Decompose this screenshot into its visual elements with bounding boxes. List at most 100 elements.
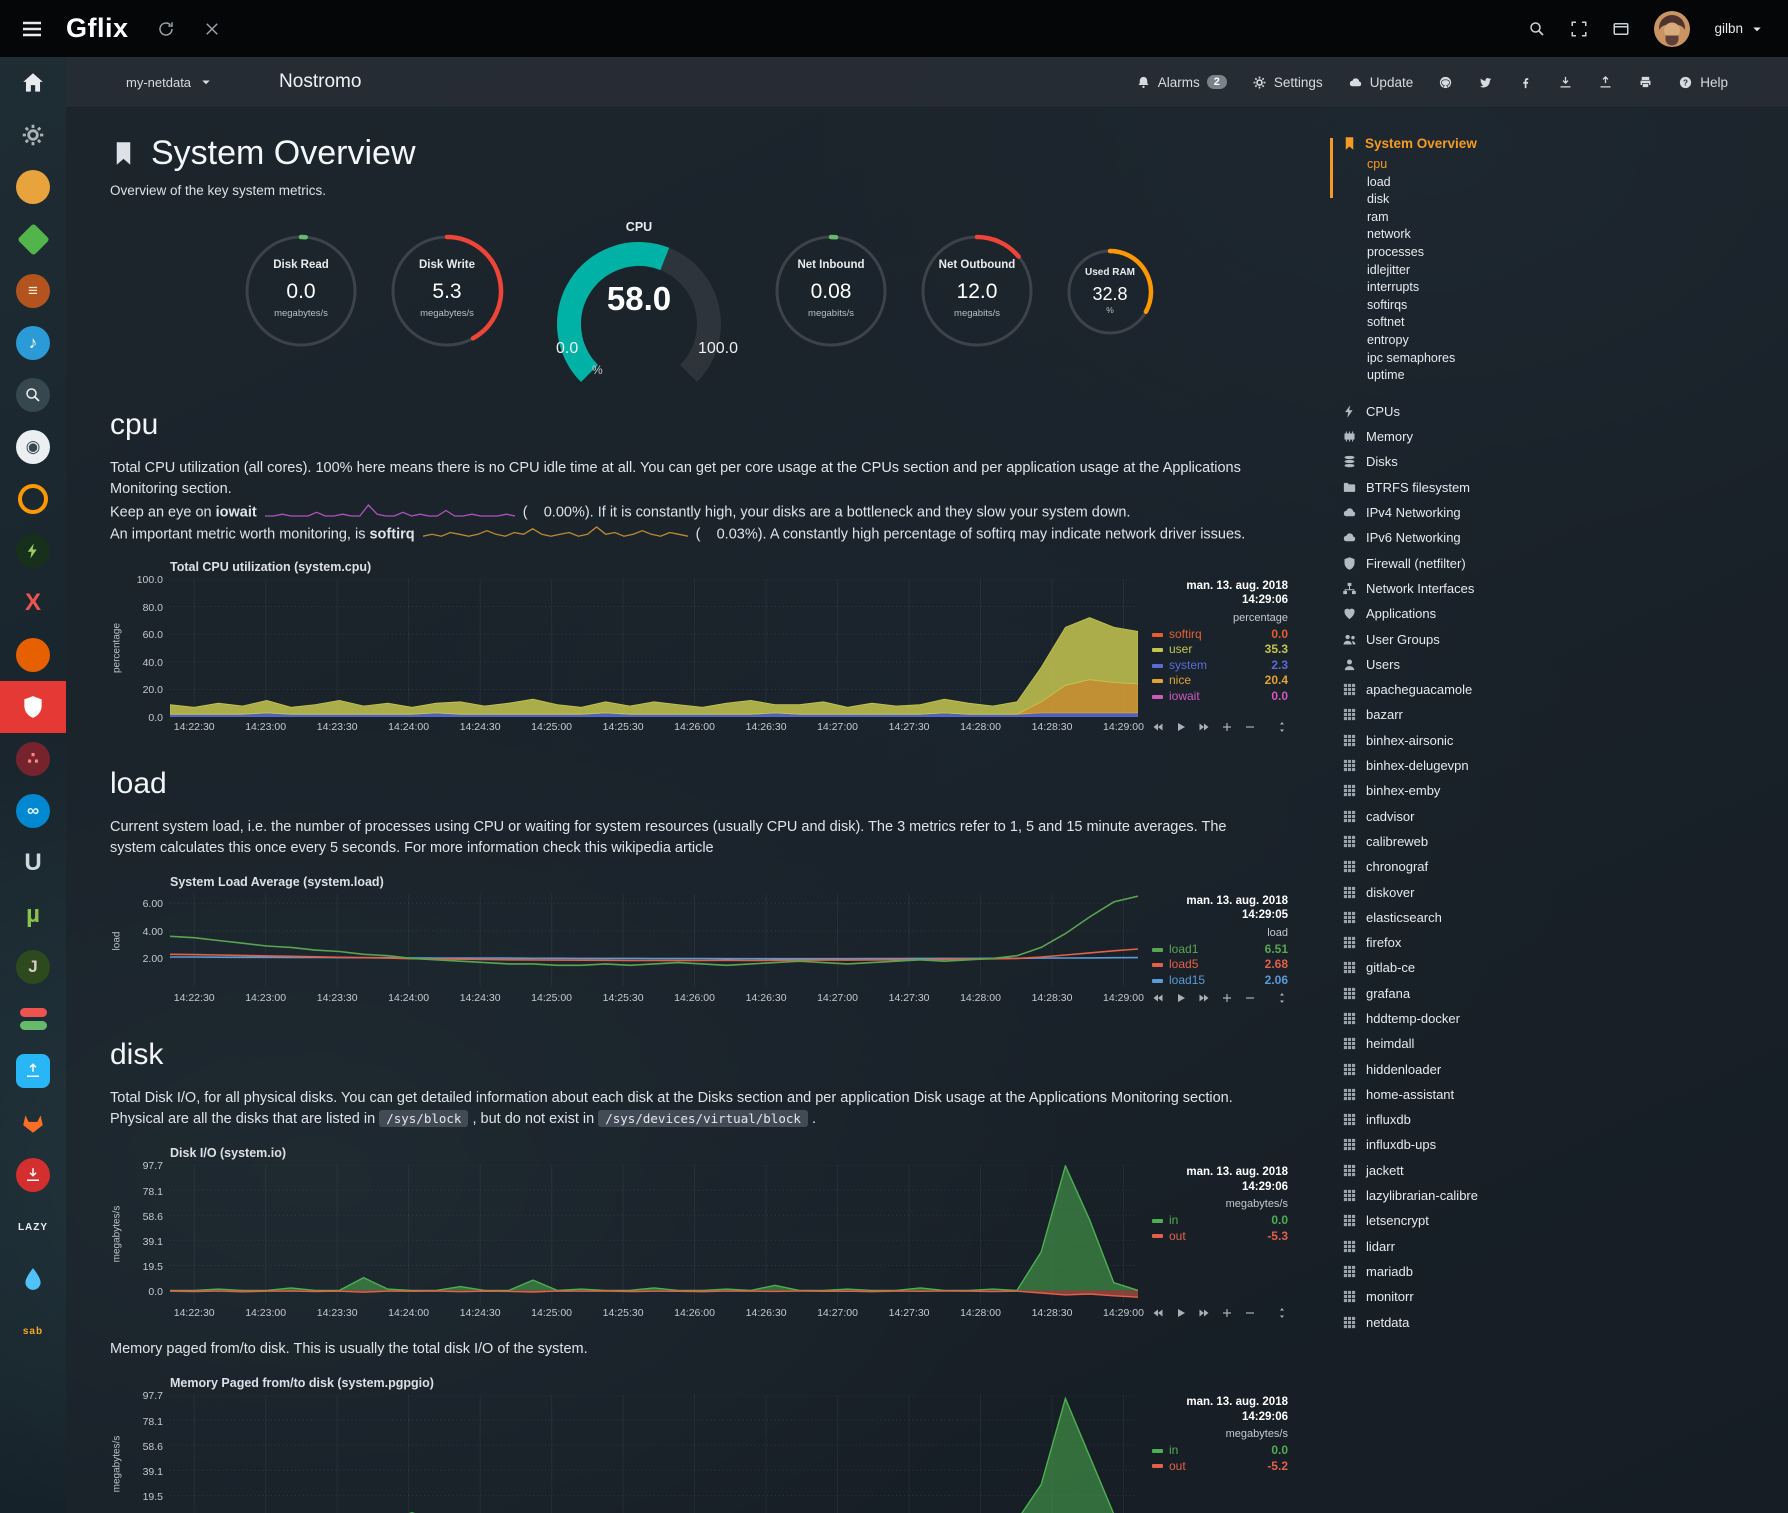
menu-item-disk[interactable]: disk bbox=[1367, 191, 1788, 209]
menu-item-load[interactable]: load bbox=[1367, 174, 1788, 192]
menu-item-softnet[interactable]: softnet bbox=[1367, 314, 1788, 332]
zoom-in-icon[interactable] bbox=[1221, 1307, 1233, 1319]
menu-app-monitorr[interactable]: monitorr bbox=[1342, 1284, 1788, 1309]
gauge-used-ram[interactable]: Used RAM 32.8 % bbox=[1064, 246, 1156, 338]
menu-section-memory[interactable]: Memory bbox=[1342, 424, 1788, 449]
gauge-disk-read[interactable]: Disk Read 0.0 megabytes/s bbox=[242, 232, 360, 350]
chart-plot-area[interactable] bbox=[170, 579, 1138, 717]
menu-app-influxdb[interactable]: influxdb bbox=[1342, 1107, 1788, 1132]
search-icon[interactable] bbox=[1528, 20, 1546, 38]
legend-item-load5[interactable]: load5 2.68 bbox=[1152, 957, 1288, 973]
legend-item-system[interactable]: system 2.3 bbox=[1152, 658, 1288, 674]
menu-section-network-interfaces[interactable]: Network Interfaces bbox=[1342, 576, 1788, 601]
gauge-net-outbound[interactable]: Net Outbound 12.0 megabits/s bbox=[918, 232, 1036, 350]
sidebar-tab-xteve[interactable]: X bbox=[0, 577, 66, 629]
legend-item-load1[interactable]: load1 6.51 bbox=[1152, 942, 1288, 958]
menu-app-cadvisor[interactable]: cadvisor bbox=[1342, 803, 1788, 828]
sidebar-tab-pills-app[interactable] bbox=[0, 993, 66, 1045]
nav-twitter[interactable] bbox=[1478, 75, 1493, 90]
menu-app-hddtemp-docker[interactable]: hddtemp-docker bbox=[1342, 1006, 1788, 1031]
legend-item-out[interactable]: out -5.2 bbox=[1152, 1459, 1288, 1475]
legend-item-user[interactable]: user 35.3 bbox=[1152, 642, 1288, 658]
sidebar-tab-settings[interactable] bbox=[0, 109, 66, 161]
menu-section-user-groups[interactable]: User Groups bbox=[1342, 626, 1788, 651]
legend-item-iowait[interactable]: iowait 0.0 bbox=[1152, 689, 1288, 705]
menu-app-chronograf[interactable]: chronograf bbox=[1342, 854, 1788, 879]
nav-update[interactable]: Update bbox=[1348, 75, 1414, 90]
menu-section-disks[interactable]: Disks bbox=[1342, 449, 1788, 474]
sidebar-tab-unraid-app[interactable]: U bbox=[0, 837, 66, 889]
sidebar-tab-jackett[interactable]: J bbox=[0, 941, 66, 993]
legend-item-out[interactable]: out -5.3 bbox=[1152, 1229, 1288, 1245]
menu-app-netdata[interactable]: netdata bbox=[1342, 1309, 1788, 1334]
play-icon[interactable] bbox=[1175, 721, 1187, 733]
sidebar-tab-home[interactable] bbox=[0, 57, 66, 109]
chart-plot-area[interactable] bbox=[170, 1395, 1138, 1513]
sidebar-tab-shield-app[interactable] bbox=[0, 681, 66, 733]
sidebar-tab-utorrent[interactable]: µ bbox=[0, 889, 66, 941]
pan-right-icon[interactable] bbox=[1198, 1307, 1210, 1319]
menu-app-lidarr[interactable]: lidarr bbox=[1342, 1234, 1788, 1259]
nav-facebook[interactable] bbox=[1518, 75, 1533, 90]
menu-system-overview[interactable]: System Overview bbox=[1342, 136, 1788, 151]
menu-section-btrfs-filesystem[interactable]: BTRFS filesystem bbox=[1342, 475, 1788, 500]
menu-app-calibreweb[interactable]: calibreweb bbox=[1342, 829, 1788, 854]
menu-section-cpus[interactable]: CPUs bbox=[1342, 399, 1788, 424]
menu-app-apacheguacamole[interactable]: apacheguacamole bbox=[1342, 677, 1788, 702]
sidebar-tab-bolt-app[interactable] bbox=[0, 525, 66, 577]
legend-item-load15[interactable]: load15 2.06 bbox=[1152, 973, 1288, 989]
menu-item-softirqs[interactable]: softirqs bbox=[1367, 297, 1788, 315]
sidebar-tab-influxdb-app[interactable] bbox=[0, 1253, 66, 1305]
gauge-disk-write[interactable]: Disk Write 5.3 megabytes/s bbox=[388, 232, 506, 350]
legend-item-nice[interactable]: nice 20.4 bbox=[1152, 673, 1288, 689]
nav-upload[interactable] bbox=[1598, 75, 1613, 90]
menu-section-applications[interactable]: Applications bbox=[1342, 601, 1788, 626]
menu-app-heimdall[interactable]: heimdall bbox=[1342, 1031, 1788, 1056]
sidebar-tab-lazylibrarian[interactable]: LAZY bbox=[0, 1201, 66, 1253]
sidebar-tab-deluge[interactable]: ∞ bbox=[0, 785, 66, 837]
sidebar-tab-search-app[interactable] bbox=[0, 369, 66, 421]
menu-item-processes[interactable]: processes bbox=[1367, 244, 1788, 262]
legend-item-in[interactable]: in 0.0 bbox=[1152, 1443, 1288, 1459]
menu-app-lazylibrarian-calibre[interactable]: lazylibrarian-calibre bbox=[1342, 1183, 1788, 1208]
close-icon[interactable] bbox=[203, 20, 221, 38]
menu-item-uptime[interactable]: uptime bbox=[1367, 367, 1788, 385]
menu-app-home-assistant[interactable]: home-assistant bbox=[1342, 1082, 1788, 1107]
menu-section-ipv6-networking[interactable]: IPv6 Networking bbox=[1342, 525, 1788, 550]
menu-app-grafana[interactable]: grafana bbox=[1342, 981, 1788, 1006]
user-menu[interactable]: gilbn bbox=[1714, 20, 1766, 38]
nav-alarms[interactable]: Alarms 2 bbox=[1136, 75, 1227, 90]
fullscreen-icon[interactable] bbox=[1570, 20, 1588, 38]
sidebar-tab-filebrowser[interactable] bbox=[0, 1045, 66, 1097]
menu-section-firewall-netfilter[interactable]: Firewall (netfilter) bbox=[1342, 551, 1788, 576]
sidebar-tab-gitlab[interactable] bbox=[0, 1097, 66, 1149]
menu-app-binhex-emby[interactable]: binhex-emby bbox=[1342, 778, 1788, 803]
pan-right-icon[interactable] bbox=[1198, 721, 1210, 733]
sidebar-tab-downloader[interactable] bbox=[0, 1149, 66, 1201]
windows-icon[interactable] bbox=[1612, 20, 1630, 38]
resize-handle-icon[interactable] bbox=[1276, 992, 1288, 1004]
gauge-cpu[interactable]: CPU 58.0 0.0 100.0 % bbox=[534, 220, 744, 386]
menu-app-jackett[interactable]: jackett bbox=[1342, 1158, 1788, 1183]
avatar[interactable] bbox=[1654, 11, 1690, 47]
nav-print[interactable] bbox=[1638, 75, 1653, 90]
chart-plot-area[interactable] bbox=[170, 1165, 1138, 1303]
zoom-out-icon[interactable] bbox=[1244, 992, 1256, 1004]
nav-download[interactable] bbox=[1558, 75, 1573, 90]
sidebar-tab-ring-app[interactable] bbox=[0, 473, 66, 525]
sidebar-tab-airsonic[interactable]: ♪ bbox=[0, 317, 66, 369]
sidebar-tab-tautulli[interactable] bbox=[0, 161, 66, 213]
zoom-in-icon[interactable] bbox=[1221, 721, 1233, 733]
menu-item-ram[interactable]: ram bbox=[1367, 209, 1788, 227]
menu-item-entropy[interactable]: entropy bbox=[1367, 332, 1788, 350]
menu-app-binhex-delugevpn[interactable]: binhex-delugevpn bbox=[1342, 753, 1788, 778]
menu-app-influxdb-ups[interactable]: influxdb-ups bbox=[1342, 1132, 1788, 1157]
sidebar-tab-monitorr[interactable]: ◉ bbox=[0, 421, 66, 473]
menu-item-ipc-semaphores[interactable]: ipc semaphores bbox=[1367, 350, 1788, 368]
menu-icon[interactable] bbox=[20, 17, 44, 41]
menu-item-network[interactable]: network bbox=[1367, 226, 1788, 244]
menu-section-ipv4-networking[interactable]: IPv4 Networking bbox=[1342, 500, 1788, 525]
legend-item-softirq[interactable]: softirq 0.0 bbox=[1152, 627, 1288, 643]
menu-app-gitlab-ce[interactable]: gitlab-ce bbox=[1342, 955, 1788, 980]
play-icon[interactable] bbox=[1175, 1307, 1187, 1319]
